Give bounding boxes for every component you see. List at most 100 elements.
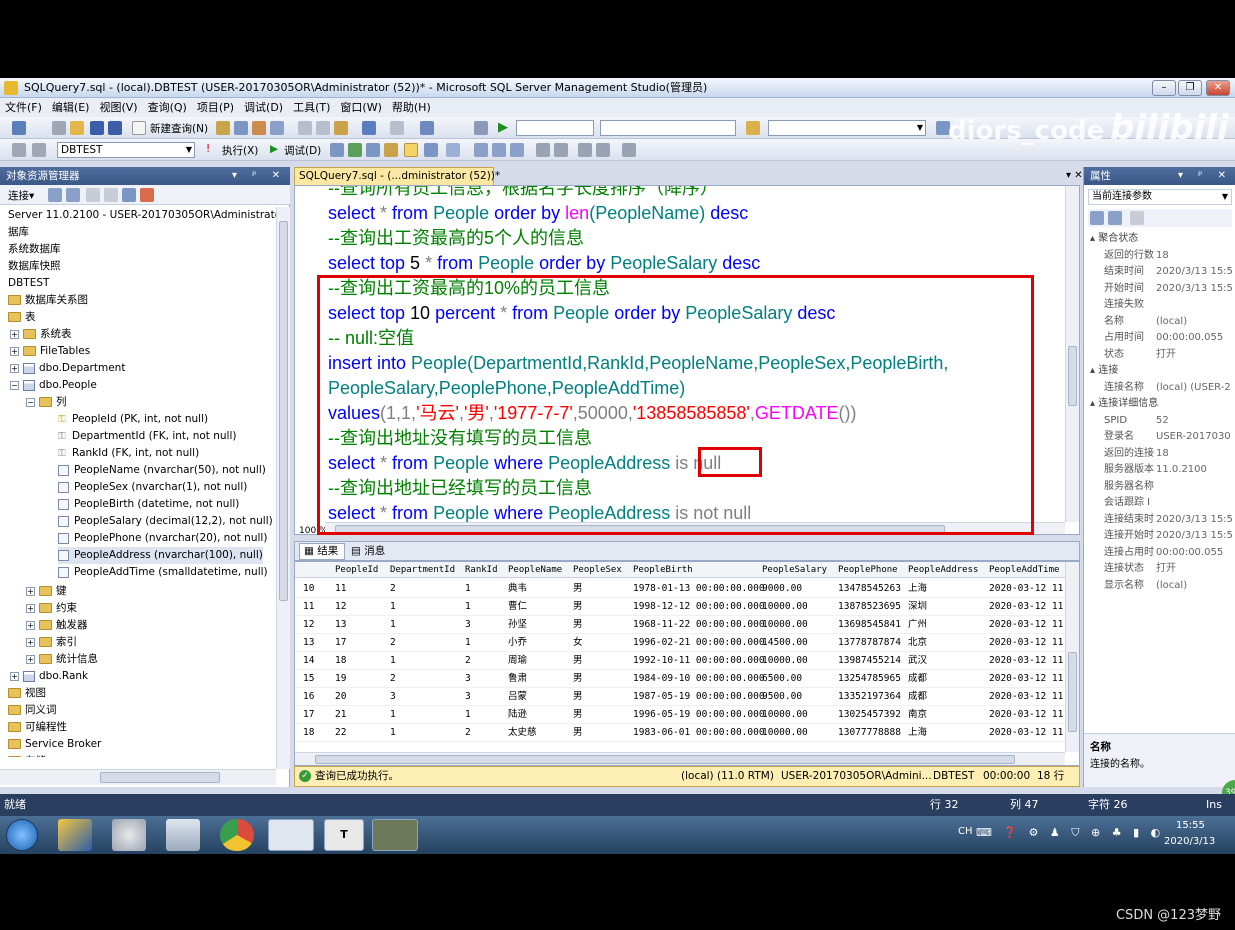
menu-query[interactable]: 查询(Q)	[143, 98, 192, 117]
debug-icon[interactable]: ▶	[270, 143, 278, 155]
table-cell[interactable]: 男	[573, 670, 583, 688]
open-file-icon[interactable]	[70, 121, 84, 135]
stop-icon[interactable]	[86, 188, 100, 202]
menu-help[interactable]: 帮助(H)	[387, 98, 436, 117]
table-cell[interactable]: 10000.00	[762, 652, 808, 670]
clock-date[interactable]: 2020/3/13	[1164, 836, 1215, 847]
table-cell[interactable]: 1968-11-22 00:00:00.000	[633, 616, 765, 634]
start-button[interactable]	[6, 819, 38, 851]
table-cell[interactable]: 3	[390, 688, 396, 706]
minimize-button[interactable]: –	[1152, 80, 1176, 96]
tables-node[interactable]: 表	[8, 309, 36, 326]
change-connection-icon[interactable]	[32, 143, 46, 157]
tree-node[interactable]: − 列	[26, 394, 67, 411]
table-cell[interactable]: 吕蒙	[508, 688, 527, 706]
property-row[interactable]: 开始时间 2020/3/13 15:5	[1104, 281, 1233, 297]
property-pages-icon[interactable]	[1130, 211, 1144, 225]
database-select[interactable]: DBTEST ▼	[57, 142, 195, 158]
table-cell[interactable]: 上海	[908, 724, 927, 742]
categorized-icon[interactable]	[1090, 211, 1104, 225]
table-cell[interactable]: 1	[465, 580, 471, 598]
tab-results[interactable]: ▦ 结果	[299, 543, 346, 560]
collapse-icon[interactable]: −	[10, 380, 19, 390]
tree-node[interactable]: + FileTables	[10, 343, 90, 360]
table-cell[interactable]: 男	[573, 724, 583, 742]
alphabetical-icon[interactable]	[1108, 211, 1122, 225]
table-cell[interactable]: 2020-03-12 11	[989, 616, 1063, 634]
table-cell[interactable]: 21	[335, 706, 346, 724]
table-cell[interactable]: 1984-09-10 00:00:00.000	[633, 670, 765, 688]
column-header[interactable]: PeopleName	[508, 562, 562, 578]
table-cell[interactable]: 2	[465, 724, 471, 742]
xmla-query-icon[interactable]	[270, 121, 284, 135]
find-select[interactable]: ▼	[768, 120, 926, 136]
table-cell[interactable]: 孙坚	[508, 616, 527, 634]
table-row[interactable]: 13 17 2 1 小乔女 1996-02-21 00:00:00.000 14500.00…	[295, 634, 1065, 652]
table-cell[interactable]: 1	[390, 706, 396, 724]
expand-icon[interactable]: +	[10, 329, 19, 339]
undo-icon[interactable]	[362, 121, 376, 135]
table-cell[interactable]: 太史慈	[508, 724, 537, 742]
snipping-tool-icon[interactable]	[112, 819, 146, 851]
tree-node[interactable]: 系统数据库	[8, 241, 61, 258]
table-cell[interactable]: 9000.00	[762, 580, 802, 598]
table-row[interactable]: 11 12 1 1 曹仁男 1998-12-12 00:00:00.000 10000.00…	[295, 598, 1065, 616]
table-cell[interactable]: 14500.00	[762, 634, 808, 652]
property-row[interactable]: 服务器名称	[1104, 479, 1154, 495]
menu-tools[interactable]: 工具(T)	[288, 98, 335, 117]
properties-object-select[interactable]: 当前连接参数 ▼	[1088, 189, 1232, 205]
new-query-icon[interactable]	[132, 121, 146, 135]
table-cell[interactable]: 男	[573, 688, 583, 706]
table-cell[interactable]: 13025457392	[838, 706, 901, 724]
table-cell[interactable]: 13778787874	[838, 634, 901, 652]
text-app-icon[interactable]: T	[324, 819, 364, 851]
expand-icon[interactable]: +	[26, 654, 35, 664]
menu-project[interactable]: 项目(P)	[192, 98, 239, 117]
property-section[interactable]: ▴ 连接详细信息	[1090, 396, 1158, 412]
table-row[interactable]: 14 18 1 2 周瑜 男 1992-10-11 00:00:00.000 10000.00…	[295, 652, 1065, 670]
column-node[interactable]: PeopleSex (nvarchar(1), not null)	[58, 479, 247, 496]
table-cell[interactable]: 13698545841	[838, 616, 901, 634]
connect-icon[interactable]	[12, 143, 26, 157]
column-header[interactable]: PeopleSalary	[762, 562, 827, 578]
table-cell[interactable]: 1996-02-21 00:00:00.000	[633, 634, 765, 652]
tray-icons[interactable]: ⌨ ❓ ⚙ ♟ ⛉ ⊕ ♣ ▮ ◐	[976, 826, 1164, 840]
table-cell[interactable]: 1987-05-19 00:00:00.000	[633, 688, 765, 706]
column-node[interactable]: PeoplePhone (nvarchar(20), not null)	[58, 530, 267, 547]
table-cell[interactable]: 6500.00	[762, 670, 802, 688]
filter-icon[interactable]	[104, 188, 118, 202]
paste-icon[interactable]	[334, 121, 348, 135]
property-row[interactable]: 结束时间 2020/3/13 15:5	[1104, 264, 1233, 280]
editor-vscroll[interactable]	[1065, 186, 1079, 522]
table-cell[interactable]: 深圳	[908, 598, 927, 616]
property-section[interactable]: ▴ 聚合状态	[1090, 231, 1138, 247]
tree-node[interactable]: 据库	[8, 224, 29, 241]
table-cell[interactable]: 1	[465, 706, 471, 724]
table-cell[interactable]: 20	[335, 688, 346, 706]
column-header[interactable]: DepartmentId	[390, 562, 455, 578]
client-stats-icon[interactable]	[446, 143, 460, 157]
disconnect-icon[interactable]	[66, 188, 80, 202]
language-indicator[interactable]: CH	[958, 826, 973, 837]
navigate-icon[interactable]	[420, 121, 434, 135]
restore-button[interactable]: ❐	[1178, 80, 1202, 96]
tree-node[interactable]: 视图	[8, 685, 46, 702]
table-cell[interactable]: 13478545263	[838, 580, 901, 598]
connect-object-icon[interactable]	[48, 188, 62, 202]
table-cell[interactable]: 2	[390, 634, 396, 652]
table-cell[interactable]: 1996-05-19 00:00:00.000	[633, 706, 765, 724]
table-cell[interactable]: 13	[335, 616, 346, 634]
table-cell[interactable]: 2020-03-12 11	[989, 598, 1063, 616]
expand-icon[interactable]: +	[10, 363, 19, 373]
tree-node[interactable]: + 约束	[26, 600, 77, 617]
property-row[interactable]: 登录名 USER-2017030	[1104, 429, 1231, 445]
increase-indent-icon[interactable]	[596, 143, 610, 157]
tree-node[interactable]: + 统计信息	[26, 651, 98, 668]
parse-icon[interactable]	[348, 143, 362, 157]
table-cell[interactable]: 1998-12-12 00:00:00.000	[633, 598, 765, 616]
expand-icon[interactable]: +	[26, 603, 35, 613]
table-cell[interactable]: 2020-03-12 11	[989, 634, 1063, 652]
table-row[interactable]: 18 22 1 2 太史慈 男 1983-06-01 00:00:00.000 10000.0…	[295, 724, 1065, 742]
clock-time[interactable]: 15:55	[1176, 820, 1205, 831]
table-cell[interactable]: 上海	[908, 580, 927, 598]
